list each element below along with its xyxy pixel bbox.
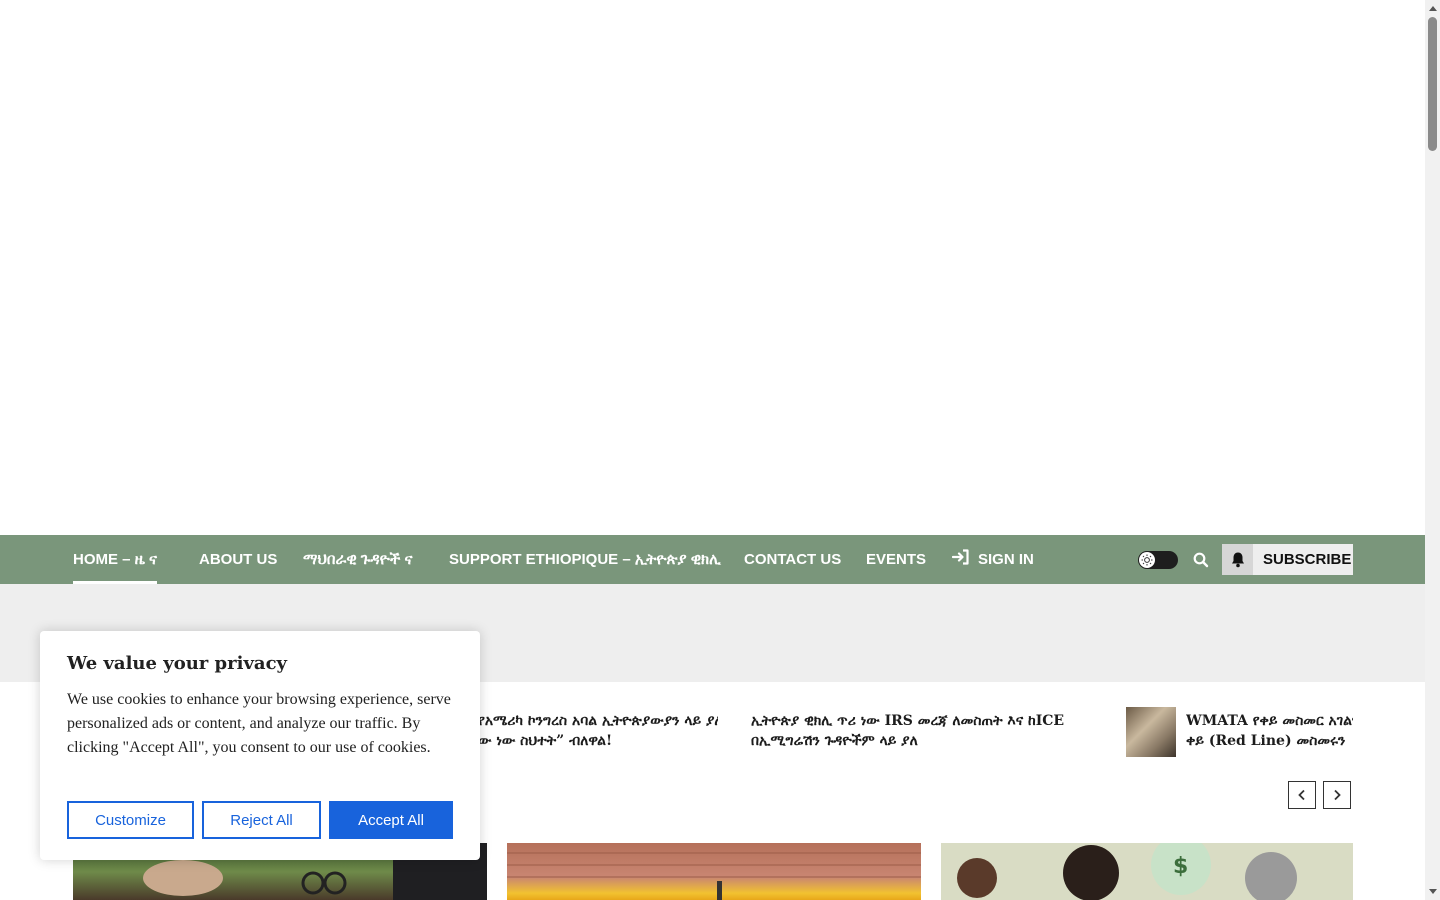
ticker-item-3[interactable]: WMATA የቀይ መስመር አገልግሎ ቀይ (Red Line) መስመሩን xyxy=(1186,711,1353,751)
nav-sign-in[interactable]: SIGN IN xyxy=(951,535,1034,585)
ticker-item-1[interactable]: የአሜሪካ ኮንግረስ አባል ኢትዮጵያውያን ላይ ያለ ው ነው ስህተት… xyxy=(478,711,718,751)
subscribe-label: SUBSCRIBE xyxy=(1263,551,1352,568)
dark-mode-toggle[interactable] xyxy=(1138,551,1178,569)
reject-all-button[interactable]: Reject All xyxy=(202,801,321,839)
ticker-item-3-thumbnail[interactable] xyxy=(1126,707,1176,757)
nav-support[interactable]: SUPPORT ETHIOPIQUE – ኢትዮጵያ ዊክሊ xyxy=(449,535,721,584)
ticker-item-1-line2: ው ነው ስህተት” ብለዋል! xyxy=(478,733,613,749)
sign-in-label: SIGN IN xyxy=(978,551,1034,568)
article-card-image-2[interactable] xyxy=(507,843,921,900)
customize-button[interactable]: Customize xyxy=(67,801,194,839)
nav-events[interactable]: EVENTS xyxy=(866,535,926,584)
accept-all-button[interactable]: Accept All xyxy=(329,801,453,839)
search-icon[interactable] xyxy=(1192,551,1210,569)
bell-icon xyxy=(1222,544,1253,575)
ticker-item-3-line2: ቀይ (Red Line) መስመሩን xyxy=(1186,733,1346,749)
scroll-up-icon[interactable] xyxy=(1428,3,1437,12)
ticker-prev-button[interactable] xyxy=(1288,781,1316,809)
sign-in-icon xyxy=(951,536,970,585)
subscribe-button[interactable]: SUBSCRIBE xyxy=(1222,544,1353,575)
cookie-description: We use cookies to enhance your browsing … xyxy=(67,691,451,756)
cookie-title: We value your privacy xyxy=(67,653,287,674)
ticker-item-2-line2: በኢሚግሬሽን ጉዳዮችም ላይ ያለ xyxy=(751,733,918,749)
chevron-left-icon xyxy=(1298,789,1305,801)
ticker-item-2-line1: ኢትዮጵያ ዊክሊ ጥሪ ነው IRS መረጃ ለመስጠት እና ከICE xyxy=(751,713,1065,729)
nav-social-issues[interactable]: ማህበራዊ ጉዳዮች ና xyxy=(303,535,412,584)
ticker-item-1-line1: የአሜሪካ ኮንግረስ አባል ኢትዮጵያውያን ላይ ያለ xyxy=(478,713,718,729)
article-card-image-3[interactable]: $ xyxy=(941,843,1353,900)
ticker-item-3-line1: WMATA የቀይ መስመር አገልግሎ xyxy=(1186,713,1353,729)
cookie-consent-dialog: We value your privacy We use cookies to … xyxy=(40,631,480,860)
scrollbar-thumb[interactable] xyxy=(1428,17,1437,151)
main-navbar: HOME – ዜ ና ABOUT US ማህበራዊ ጉዳዮች ና SUPPORT… xyxy=(0,535,1425,584)
nav-about-us[interactable]: ABOUT US xyxy=(199,535,277,584)
ticker-next-button[interactable] xyxy=(1323,781,1351,809)
page-scrollbar[interactable] xyxy=(1425,0,1440,900)
scroll-down-icon[interactable] xyxy=(1428,887,1437,896)
svg-text:$: $ xyxy=(1173,854,1188,879)
chevron-right-icon xyxy=(1334,789,1341,801)
sun-icon xyxy=(1139,552,1155,568)
ticker-item-2[interactable]: ኢትዮጵያ ዊክሊ ጥሪ ነው IRS መረጃ ለመስጠት እና ከICE በኢ… xyxy=(751,711,1081,751)
nav-home[interactable]: HOME – ዜ ና xyxy=(73,535,157,584)
nav-contact-us[interactable]: CONTACT US xyxy=(744,535,841,584)
top-ad-space xyxy=(0,0,1425,535)
